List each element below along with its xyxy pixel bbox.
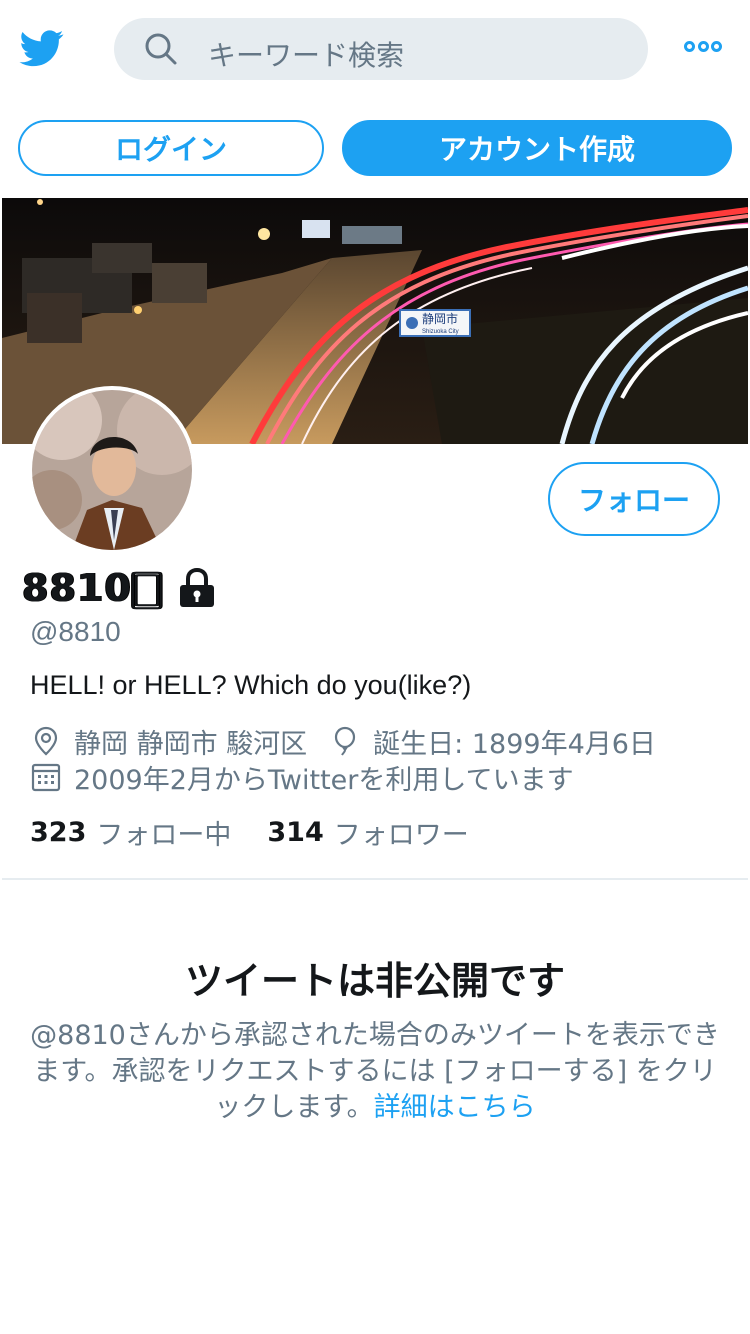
display-name-row: 8810🀆: [22, 566, 217, 610]
protected-notice: @8810さんから承認された場合のみツイートを表示できます。承認をリクエストする…: [30, 1018, 720, 1126]
bio: HELL! or HELL? Which do you(like?): [30, 670, 472, 700]
search-bar[interactable]: キーワード検索: [114, 18, 648, 80]
birthday-text: 誕生日: 1899年4月6日: [373, 728, 656, 760]
twitter-logo-icon[interactable]: [18, 26, 66, 70]
city-sign-text: 静岡市: [422, 311, 458, 326]
followers-label[interactable]: フォロワー: [334, 813, 469, 852]
joined: 2009年2月からTwitterを利用しています: [30, 760, 574, 796]
learn-more-link[interactable]: 詳細はこちら: [374, 1092, 536, 1123]
follow-stats: 323 フォロー中 314 フォロワー: [30, 813, 505, 852]
following-label[interactable]: フォロー中: [96, 813, 231, 852]
top-bar: キーワード検索: [0, 0, 750, 100]
city-sign-subtext: Shizuoka City: [422, 329, 459, 335]
birthday: 誕生日: 1899年4月6日: [329, 722, 656, 761]
divider: [2, 878, 748, 880]
signup-button[interactable]: アカウント作成: [342, 120, 732, 176]
calendar-icon: [31, 763, 61, 792]
joined-text: 2009年2月からTwitterを利用しています: [74, 764, 574, 796]
avatar[interactable]: [28, 386, 196, 554]
display-name: 8810🀆: [22, 565, 163, 610]
profile-meta-row: 静岡 静岡市 駿河区 誕生日: 1899年4月6日: [30, 722, 678, 761]
handle: @8810: [30, 616, 121, 647]
follow-button[interactable]: フォロー: [548, 462, 720, 536]
location: 静岡 静岡市 駿河区: [30, 722, 307, 761]
search-input[interactable]: キーワード検索: [208, 34, 404, 74]
lock-icon: [179, 567, 214, 607]
balloon-icon: [335, 726, 356, 756]
search-icon: [145, 33, 177, 65]
more-icon[interactable]: [684, 41, 722, 55]
login-button[interactable]: ログイン: [18, 120, 324, 176]
location-icon: [34, 726, 58, 756]
following-count[interactable]: 323: [30, 817, 86, 848]
protected-title: ツイートは非公開です: [184, 959, 565, 1003]
followers-count[interactable]: 314: [267, 817, 323, 848]
location-text: 静岡 静岡市 駿河区: [74, 728, 308, 760]
